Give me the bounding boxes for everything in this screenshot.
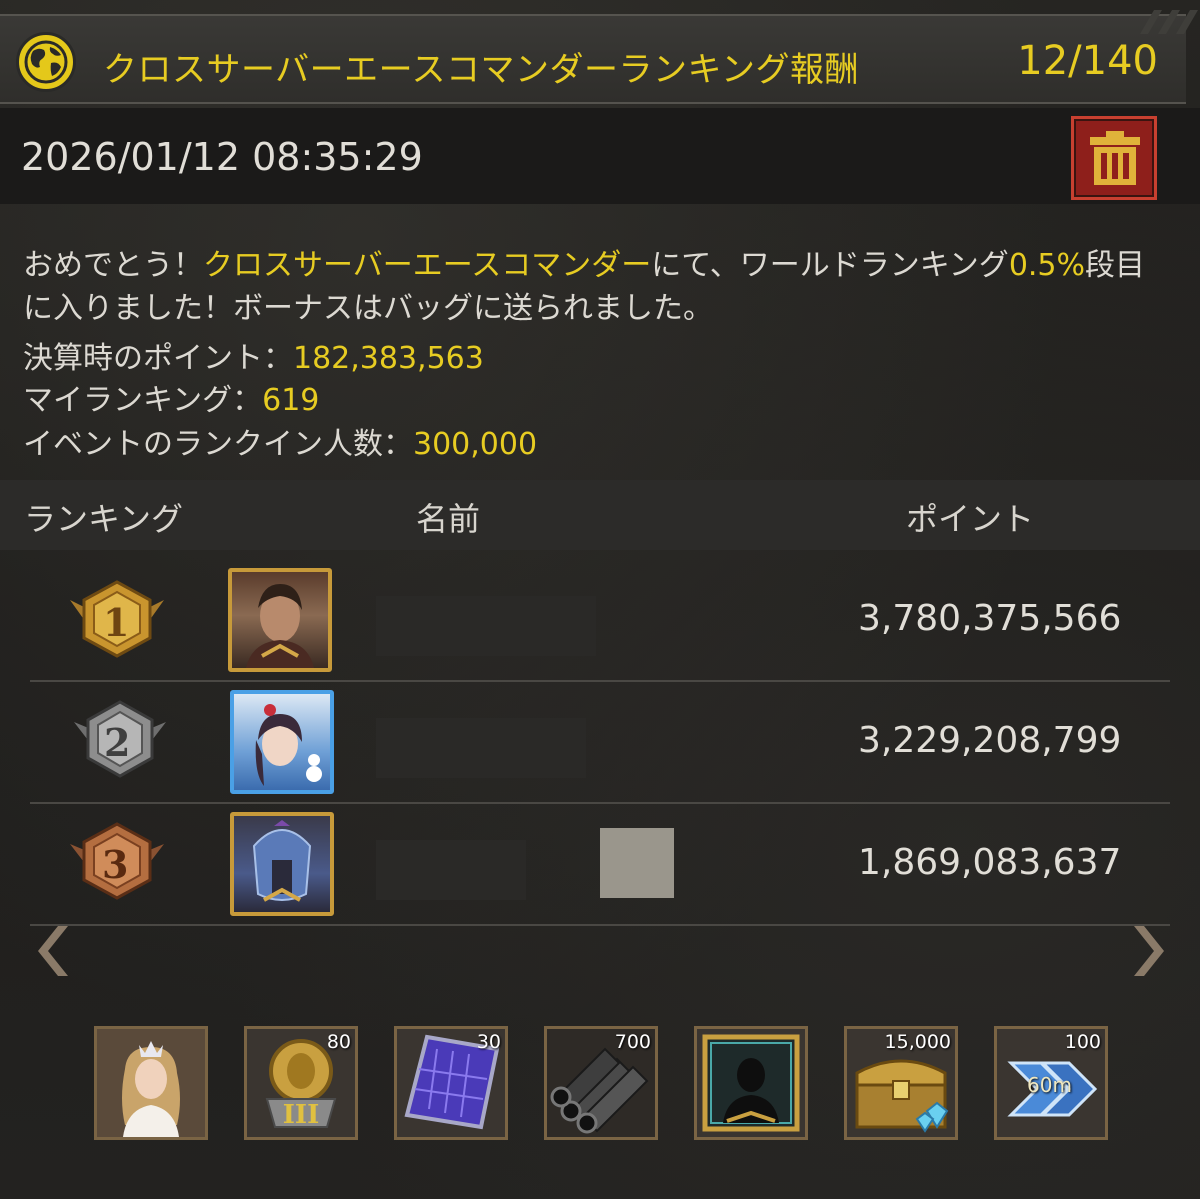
col-name-header: 名前 — [416, 500, 481, 538]
avatar[interactable] — [230, 812, 334, 916]
rank-value: 619 — [262, 383, 320, 418]
table-row: 3 1,869,083,637 — [0, 804, 1200, 924]
col-rank-header: ランキング — [24, 500, 184, 538]
next-page-arrow-icon[interactable] — [1124, 922, 1166, 980]
reward-qty: 80 — [326, 1031, 351, 1053]
message-event-name: クロスサーバーエースコマンダー — [203, 248, 652, 283]
message-percent: 0.5% — [1008, 248, 1086, 283]
table-row: 1 3,780,375,566 — [0, 560, 1200, 680]
rank-number: 1 — [103, 600, 130, 645]
mail-title: クロスサーバーエースコマンダーランキング報酬 — [103, 50, 859, 90]
globe-icon — [16, 32, 76, 92]
points-value: 182,383,563 — [293, 341, 484, 376]
mail-timestamp: 2026/01/12 08:35:29 — [21, 135, 423, 179]
reward-qty: 100 — [1064, 1031, 1101, 1053]
reward-qty: 30 — [476, 1031, 501, 1053]
portrait-frame-icon — [697, 1029, 805, 1137]
player-portrait-icon — [252, 820, 312, 902]
message-middle: にて、ワールドランキング — [651, 248, 1009, 283]
rank-label: マイランキング： — [23, 383, 263, 418]
corner-stripes — [1120, 0, 1200, 38]
redacted-name — [376, 840, 526, 900]
redacted-name — [376, 718, 586, 778]
prev-page-arrow-icon[interactable] — [36, 922, 78, 980]
mail-header: クロスサーバーエースコマンダーランキング報酬 12/140 — [0, 14, 1186, 104]
participants-label: イベントのランクイン人数： — [23, 427, 413, 462]
row-divider — [30, 924, 1170, 926]
mail-message: おめでとう！クロスサーバーエースコマンダーにて、ワールドランキング0.5%段目に… — [23, 244, 1173, 330]
col-points-header: ポイント — [906, 500, 1035, 538]
avatar[interactable] — [228, 568, 332, 672]
reward-qty: 700 — [614, 1031, 651, 1053]
message-prefix: おめでとう！ — [23, 248, 203, 283]
reward-item[interactable] — [94, 1026, 208, 1140]
participants-line: イベントのランクイン人数：300,000 — [23, 419, 537, 463]
player-portrait-icon — [255, 704, 322, 786]
commander-portrait-icon — [97, 1029, 205, 1137]
reward-qty: 15,000 — [884, 1031, 951, 1053]
row-points: 3,229,208,799 — [858, 720, 1122, 761]
redacted-name — [376, 596, 596, 656]
redaction-block — [600, 828, 674, 898]
player-portrait-icon — [246, 584, 314, 668]
reward-item[interactable]: III 80 — [244, 1026, 358, 1140]
speedup-duration-label: 60m — [1027, 1073, 1072, 1097]
table-row: 2 3,229,208,799 — [0, 682, 1200, 802]
svg-text:III: III — [283, 1100, 320, 1130]
points-label: 決算時のポイント： — [23, 341, 293, 376]
row-points: 1,869,083,637 — [858, 842, 1122, 883]
trash-icon — [1090, 131, 1140, 185]
delete-button[interactable] — [1071, 116, 1157, 200]
row-points: 3,780,375,566 — [858, 598, 1122, 639]
rank-number: 3 — [102, 842, 129, 887]
rank-line: マイランキング：619 — [23, 375, 319, 419]
reward-item[interactable] — [694, 1026, 808, 1140]
reward-item[interactable]: 700 — [544, 1026, 658, 1140]
reward-item[interactable]: 30 — [394, 1026, 508, 1140]
avatar[interactable] — [230, 690, 334, 794]
reward-item[interactable]: 100 60m — [994, 1026, 1108, 1140]
reward-item[interactable]: 15,000 — [844, 1026, 958, 1140]
rank-number: 2 — [104, 720, 131, 765]
mail-counter: 12/140 — [1017, 38, 1158, 84]
participants-value: 300,000 — [413, 427, 538, 462]
points-line: 決算時のポイント：182,383,563 — [23, 333, 484, 377]
